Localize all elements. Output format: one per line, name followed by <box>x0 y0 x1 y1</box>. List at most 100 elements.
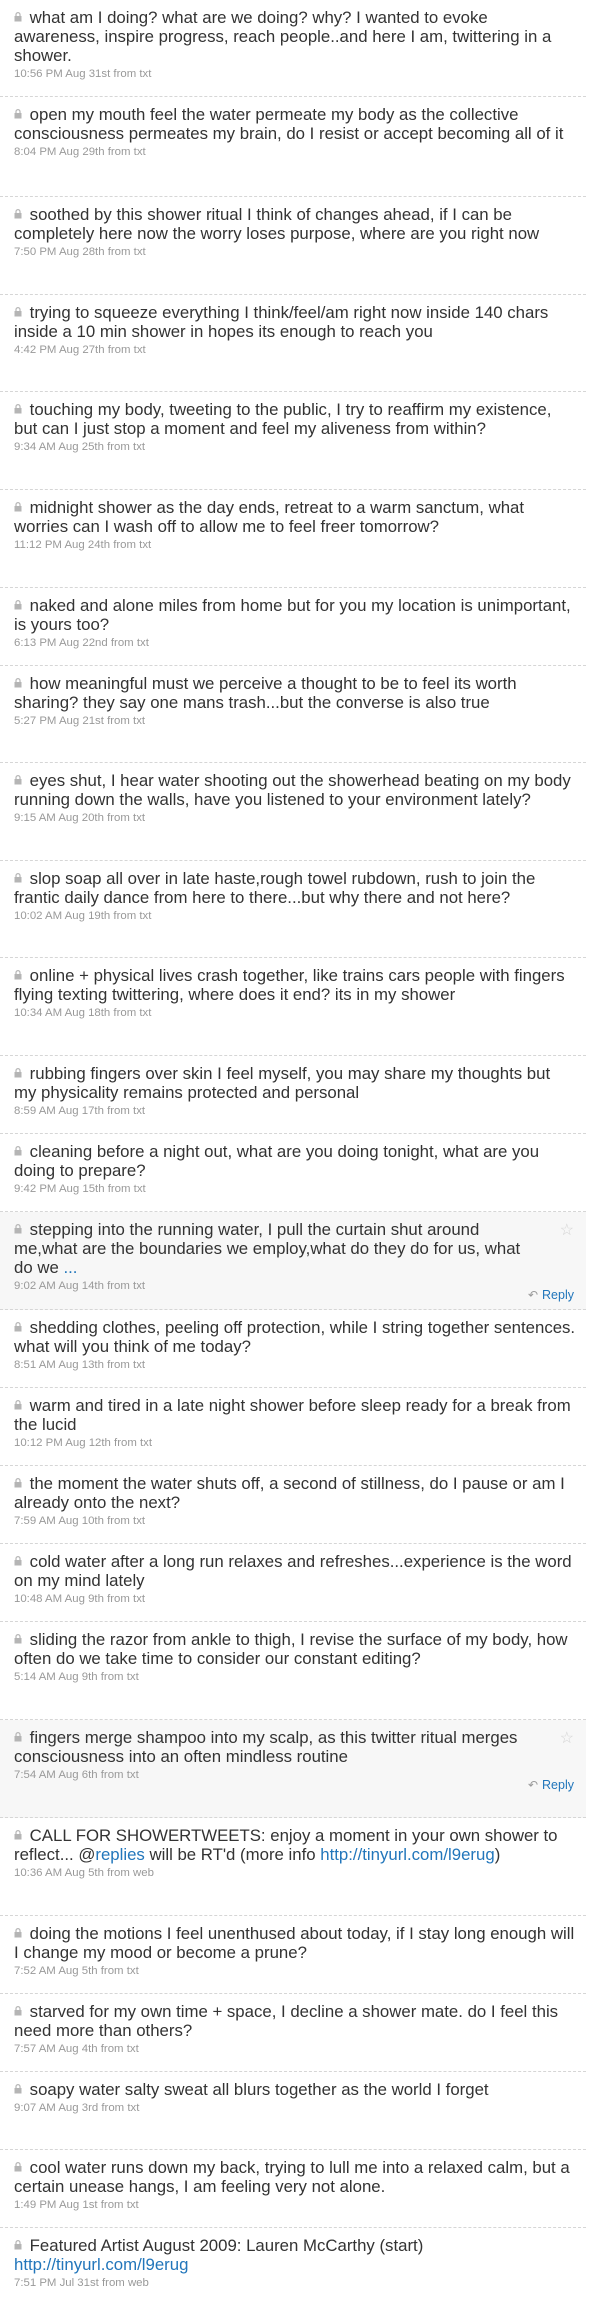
lock-icon <box>14 1068 22 1078</box>
lock-icon <box>14 502 22 512</box>
tweet-timestamp[interactable]: 5:14 AM Aug 9th from txt <box>14 1671 576 1683</box>
tweet-body: shedding clothes, peeling off protection… <box>14 1318 576 1356</box>
lock-icon <box>14 209 22 219</box>
tweet-timestamp[interactable]: 5:27 PM Aug 21st from txt <box>14 715 576 727</box>
tweet-body: open my mouth feel the water permeate my… <box>14 105 564 143</box>
tweet: naked and alone miles from home but for … <box>0 588 586 666</box>
tweet: Featured Artist August 2009: Lauren McCa… <box>0 2228 586 2297</box>
lock-icon <box>14 307 22 317</box>
more-link[interactable]: ... <box>63 1258 77 1277</box>
tweet: shedding clothes, peeling off protection… <box>0 1310 586 1388</box>
tweet-timestamp[interactable]: 9:42 PM Aug 15th from txt <box>14 1183 576 1195</box>
tweet: open my mouth feel the water permeate my… <box>0 97 586 197</box>
tweet-body: online + physical lives crash together, … <box>14 966 565 1004</box>
tweet: slop soap all over in late haste,rough t… <box>0 861 586 958</box>
tweet-text: warm and tired in a late night shower be… <box>14 1396 576 1434</box>
tweet-timestamp[interactable]: 10:02 AM Aug 19th from txt <box>14 910 576 922</box>
tweet-text: midnight shower as the day ends, retreat… <box>14 498 576 536</box>
tweet-timestamp[interactable]: 9:34 AM Aug 25th from txt <box>14 441 576 453</box>
tweet-body: touching my body, tweeting to the public… <box>14 400 552 438</box>
tweet-timestamp[interactable]: 7:50 PM Aug 28th from txt <box>14 246 576 258</box>
tweet-text: shedding clothes, peeling off protection… <box>14 1318 576 1356</box>
favorite-star-icon[interactable]: ☆ <box>560 1728 574 1748</box>
tweet: sliding the razor from ankle to thigh, I… <box>0 1622 586 1720</box>
tweet-text: open my mouth feel the water permeate my… <box>14 105 576 143</box>
lock-icon <box>14 109 22 119</box>
tweet-body: rubbing fingers over skin I feel myself,… <box>14 1064 551 1102</box>
tweet-timestamp[interactable]: 8:51 AM Aug 13th from txt <box>14 1359 576 1371</box>
tweet: CALL FOR SHOWERTWEETS: enjoy a moment in… <box>0 1818 586 1916</box>
tweet-timestamp[interactable]: 10:48 AM Aug 9th from txt <box>14 1593 576 1605</box>
tweet-timestamp[interactable]: 7:59 AM Aug 10th from txt <box>14 1515 576 1527</box>
tweet: rubbing fingers over skin I feel myself,… <box>0 1056 586 1134</box>
tweet-timestamp[interactable]: 7:54 AM Aug 6th from txt <box>14 1769 576 1781</box>
tweet-timestamp[interactable]: 7:52 AM Aug 5th from txt <box>14 1965 576 1977</box>
tweet-text: doing the motions I feel unenthused abou… <box>14 1924 576 1962</box>
tweet-text: starved for my own time + space, I decli… <box>14 2002 576 2040</box>
tweet-timestamp[interactable]: 7:57 AM Aug 4th from txt <box>14 2043 576 2055</box>
tweet-timestamp[interactable]: 6:13 PM Aug 22nd from txt <box>14 637 576 649</box>
tweet-text: cool water runs down my back, trying to … <box>14 2158 576 2196</box>
tweet-text: soapy water salty sweat all blurs togeth… <box>14 2080 576 2099</box>
tweet-body: stepping into the running water, I pull … <box>14 1220 521 1277</box>
tweet-text: online + physical lives crash together, … <box>14 966 576 1004</box>
tweet-text: the moment the water shuts off, a second… <box>14 1474 576 1512</box>
tweet-body: the moment the water shuts off, a second… <box>14 1474 565 1512</box>
tweet-body: naked and alone miles from home but for … <box>14 596 571 634</box>
lock-icon <box>14 1146 22 1156</box>
tweet: the moment the water shuts off, a second… <box>0 1466 586 1544</box>
tweet-timestamp[interactable]: 10:36 AM Aug 5th from web <box>14 1867 576 1879</box>
tweet-text: eyes shut, I hear water shooting out the… <box>14 771 576 809</box>
tweet-body: soothed by this shower ritual I think of… <box>14 205 540 243</box>
tinyurl-link[interactable]: http://tinyurl.com/l9erug <box>320 1845 494 1864</box>
tweet-body: how meaningful must we perceive a though… <box>14 674 517 712</box>
lock-icon <box>14 1732 22 1742</box>
tweet-timestamp[interactable]: 10:12 PM Aug 12th from txt <box>14 1437 576 1449</box>
tweet-timestamp[interactable]: 9:07 AM Aug 3rd from txt <box>14 2102 576 2114</box>
lock-icon <box>14 1634 22 1644</box>
tweet-timestamp[interactable]: 8:04 PM Aug 29th from txt <box>14 146 576 158</box>
tweet-timestamp[interactable]: 10:56 PM Aug 31st from txt <box>14 68 576 80</box>
lock-icon <box>14 1478 22 1488</box>
tweet-timestamp[interactable]: 9:02 AM Aug 14th from txt <box>14 1280 576 1292</box>
tweet: online + physical lives crash together, … <box>0 958 586 1056</box>
lock-icon <box>14 2240 22 2250</box>
tweet-text: trying to squeeze everything I think/fee… <box>14 303 576 341</box>
tweet-timestamp[interactable]: 9:15 AM Aug 20th from txt <box>14 812 576 824</box>
tweet-text: what am I doing? what are we doing? why?… <box>14 8 576 65</box>
lock-icon <box>14 12 22 22</box>
tweet-timestamp[interactable]: 7:51 PM Jul 31st from web <box>14 2277 576 2289</box>
tweet-timestamp[interactable]: 10:34 AM Aug 18th from txt <box>14 1007 576 1019</box>
tweet: fingers merge shampoo into my scalp, as … <box>0 1720 586 1818</box>
tweet-text: rubbing fingers over skin I feel myself,… <box>14 1064 576 1102</box>
tweet-body: ) <box>494 1845 501 1864</box>
tweet-timestamp[interactable]: 11:12 PM Aug 24th from txt <box>14 539 576 551</box>
tweet-body: sliding the razor from ankle to thigh, I… <box>14 1630 568 1668</box>
tweet-body: cleaning before a night out, what are yo… <box>14 1142 540 1180</box>
tweet: trying to squeeze everything I think/fee… <box>0 295 586 392</box>
tweet-body: midnight shower as the day ends, retreat… <box>14 498 525 536</box>
lock-icon <box>14 775 22 785</box>
lock-icon <box>14 1322 22 1332</box>
reply-button[interactable]: ↶ Reply <box>528 1288 574 1302</box>
tweet-timestamp[interactable]: 1:49 PM Aug 1st from txt <box>14 2199 576 2211</box>
tweet-text: Featured Artist August 2009: Lauren McCa… <box>14 2236 576 2274</box>
tweet: how meaningful must we perceive a though… <box>0 666 586 763</box>
lock-icon <box>14 1928 22 1938</box>
tweet-body: starved for my own time + space, I decli… <box>14 2002 559 2040</box>
tweet: touching my body, tweeting to the public… <box>0 392 586 490</box>
tweet: warm and tired in a late night shower be… <box>0 1388 586 1466</box>
reply-label: Reply <box>542 1288 574 1302</box>
tweet: cleaning before a night out, what are yo… <box>0 1134 586 1212</box>
tinyurl-link[interactable]: http://tinyurl.com/l9erug <box>14 2255 188 2274</box>
tweet-text: CALL FOR SHOWERTWEETS: enjoy a moment in… <box>14 1826 576 1864</box>
tweet-timestamp[interactable]: 4:42 PM Aug 27th from txt <box>14 344 576 356</box>
tweet-timestamp[interactable]: 8:59 AM Aug 17th from txt <box>14 1105 576 1117</box>
tweet-body: eyes shut, I hear water shooting out the… <box>14 771 571 809</box>
tweet-text: naked and alone miles from home but for … <box>14 596 576 634</box>
favorite-star-icon[interactable]: ☆ <box>560 1220 574 1240</box>
replies-link[interactable]: replies <box>95 1845 144 1864</box>
reply-button[interactable]: ↶ Reply <box>528 1778 574 1792</box>
tweet: eyes shut, I hear water shooting out the… <box>0 763 586 861</box>
tweet: soapy water salty sweat all blurs togeth… <box>0 2072 586 2150</box>
